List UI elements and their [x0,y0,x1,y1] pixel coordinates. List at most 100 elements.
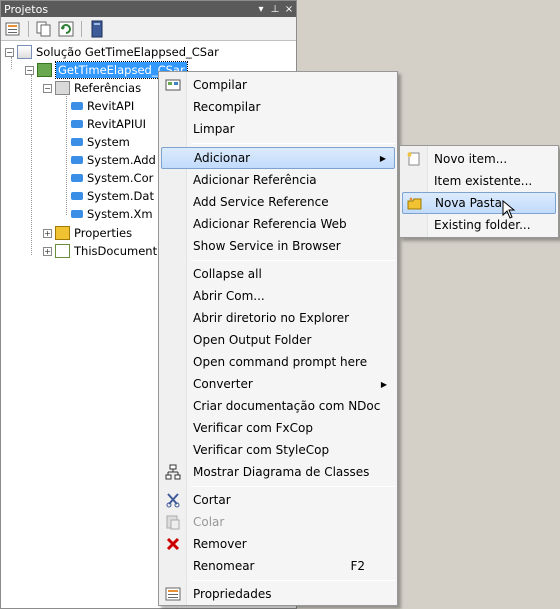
menu-item-compilar[interactable]: Compilar [161,74,395,96]
menu-item-label: Remover [193,537,247,551]
menu-item-mostrar-diagrama[interactable]: Mostrar Diagrama de Classes [161,461,395,483]
collapse-icon[interactable]: − [5,47,14,57]
tree-line [31,75,32,255]
menu-item-label: Limpar [193,122,235,136]
menu-separator [191,580,395,581]
shortcut-label: F2 [350,559,365,573]
collapse-icon[interactable]: − [43,83,52,93]
references-label: Referências [74,81,142,95]
properties-label: Properties [74,226,133,240]
panel-titlebar: Projetos ▾ ⊥ × [1,1,296,17]
reference-label: System.Cor [87,171,154,185]
properties-icon [165,586,181,602]
menu-item-propriedades[interactable]: Propriedades [161,583,395,605]
refresh-icon[interactable] [57,20,75,38]
menu-item-label: Criar documentação com NDoc [193,399,381,413]
delete-icon [165,536,181,552]
menu-item-verificar-fxcop[interactable]: Verificar com FxCop [161,417,395,439]
menu-item-limpar[interactable]: Limpar [161,118,395,140]
menu-item-label: Cortar [193,493,231,507]
tree-node-properties[interactable]: + Properties [43,224,132,242]
paste-icon [165,514,181,530]
menu-item-label: Abrir Com... [193,289,265,303]
solution-label: Solução GetTimeElappsed_CSar [36,45,219,59]
pin-dropdown-icon[interactable]: ▾ [254,4,268,15]
menu-item-renomear[interactable]: Renomear F2 [161,555,395,577]
expand-icon[interactable]: + [43,228,52,238]
properties-folder-icon [55,226,70,240]
tree-node-solution[interactable]: − Solução GetTimeElappsed_CSar [5,43,219,61]
new-folder-icon [407,196,423,212]
menu-item-converter[interactable]: Converter ▶ [161,373,395,395]
assembly-reference-icon [71,156,83,164]
menu-item-adicionar-referencia[interactable]: Adicionar Referência [161,169,395,191]
menu-item-label: Colar [193,515,225,529]
menu-item-open-command-prompt[interactable]: Open command prompt here [161,351,395,373]
menu-item-colar[interactable]: Colar [161,511,395,533]
submenu-item-novo-item[interactable]: Novo item... [402,148,556,170]
tree-node-reference[interactable]: System.Cor [67,169,153,187]
menu-item-label: Renomear [193,559,255,573]
menu-item-verificar-stylecop[interactable]: Verificar com StyleCop [161,439,395,461]
reference-label: RevitAPI [87,99,135,113]
assembly-reference-icon [71,138,83,146]
tree-node-references[interactable]: − Referências [43,79,141,97]
pin-icon[interactable]: ⊥ [268,4,282,15]
menu-item-remover[interactable]: Remover [161,533,395,555]
submenu-item-existing-folder[interactable]: Existing folder... [402,214,556,236]
menu-item-show-service-in-browser[interactable]: Show Service in Browser [161,235,395,257]
menu-item-abrir-diretorio[interactable]: Abrir diretorio no Explorer [161,307,395,329]
tree-node-document[interactable]: + ThisDocument [43,242,157,260]
submenu-arrow-icon: ▶ [380,379,387,389]
document-label: ThisDocument [74,244,158,258]
menu-item-label: Novo item... [434,152,508,166]
menu-item-label: Adicionar Referência [193,173,317,187]
menu-item-label: Recompilar [193,100,261,114]
menu-item-criar-documentacao[interactable]: Criar documentação com NDoc [161,395,395,417]
scissors-icon [165,492,181,508]
menu-item-open-output-folder[interactable]: Open Output Folder [161,329,395,351]
tree-node-reference[interactable]: System.Add [67,151,156,169]
toolbar-separator [81,20,82,37]
new-item-icon [406,151,422,167]
menu-item-label: Collapse all [193,267,262,281]
tree-node-reference[interactable]: RevitAPIUI [67,115,146,133]
collapse-icon[interactable]: − [25,65,34,75]
menu-item-adicionar-referencia-web[interactable]: Adicionar Referencia Web [161,213,395,235]
tree-node-reference[interactable]: RevitAPI [67,97,134,115]
close-icon[interactable]: × [282,4,296,15]
menu-item-label: Show Service in Browser [193,239,341,253]
assembly-reference-icon [71,210,83,218]
menu-item-collapse-all[interactable]: Collapse all [161,263,395,285]
menu-item-abrir-com[interactable]: Abrir Com... [161,285,395,307]
menu-item-label: Adicionar Referencia Web [193,217,347,231]
reference-label: System.Add [87,153,156,167]
menu-item-add-service-reference[interactable]: Add Service Reference [161,191,395,213]
expand-icon[interactable]: + [43,246,52,256]
tree-node-reference[interactable]: System.Xm [67,205,153,223]
submenu-item-nova-pasta[interactable]: Nova Pasta [402,192,556,214]
assembly-reference-icon [71,192,83,200]
assembly-reference-icon [71,120,83,128]
menu-item-label: Abrir diretorio no Explorer [193,311,350,325]
reference-label: System [87,135,130,149]
menu-separator [191,143,395,144]
tree-node-reference[interactable]: System.Dat [67,187,154,205]
show-all-files-icon[interactable] [35,20,53,38]
solution-icon [17,45,32,59]
menu-item-cortar[interactable]: Cortar [161,489,395,511]
view-class-diagram-icon[interactable] [88,20,106,38]
menu-item-recompilar[interactable]: Recompilar [161,96,395,118]
submenu-item-item-existente[interactable]: Item existente... [402,170,556,192]
reference-label: System.Xm [87,207,153,221]
submenu-arrow-icon: ▶ [379,153,386,163]
menu-item-adicionar[interactable]: Adicionar ▶ [161,147,395,169]
tree-node-reference[interactable]: System [67,133,130,151]
properties-toolbar-icon[interactable] [4,20,22,38]
reference-label: RevitAPIUI [87,117,147,131]
class-diagram-icon [165,464,181,480]
context-menu: Compilar Recompilar Limpar Adicionar ▶ A… [158,71,398,606]
reference-label: System.Dat [87,189,154,203]
assembly-reference-icon [71,102,83,110]
menu-item-label: Open Output Folder [193,333,312,347]
